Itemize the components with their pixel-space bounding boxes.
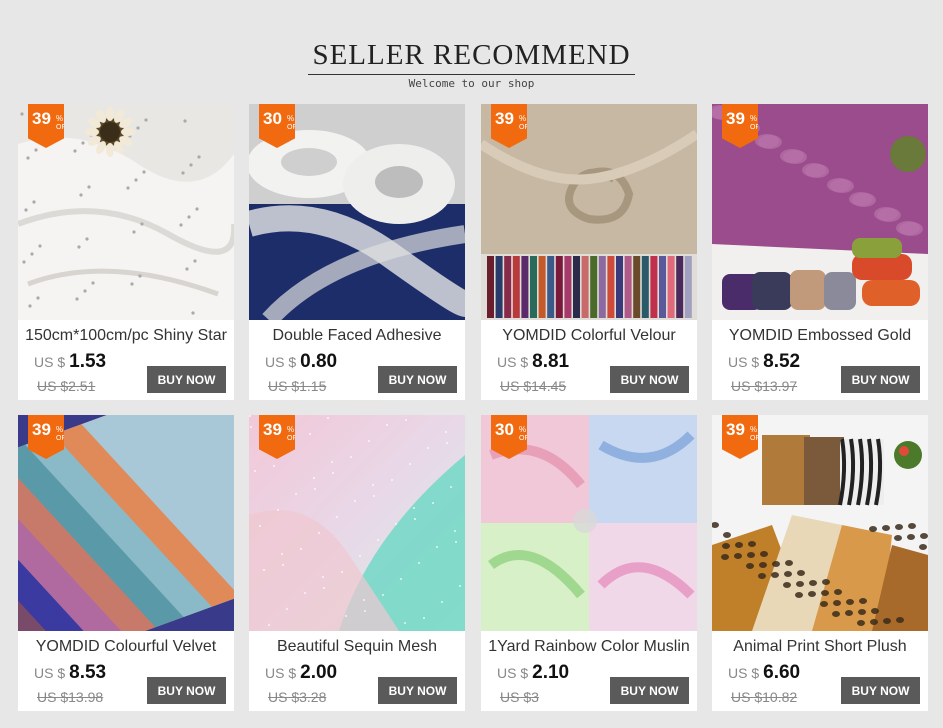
currency-label: US $ <box>265 354 297 370</box>
sale-price: 0.80 <box>300 351 338 372</box>
discount-value: 39 <box>495 109 514 128</box>
section-subtitle: Welcome to our shop <box>408 77 535 90</box>
product-card[interactable]: 39 % OFF YOMDID Embossed Gold US $8.52 U… <box>712 104 928 400</box>
product-title[interactable]: 1Yard Rainbow Color Muslin <box>481 638 697 656</box>
product-title[interactable]: 150cm*100cm/pc Shiny Star <box>18 327 234 345</box>
discount-percent: % <box>750 114 758 123</box>
product-card[interactable]: 30 % OFF Double Faced Adhesive US $0.80 … <box>249 104 465 400</box>
product-title[interactable]: Beautiful Sequin Mesh <box>249 638 465 656</box>
section-header: SELLER RECOMMEND Welcome to our shop <box>0 38 943 90</box>
discount-value: 39 <box>32 109 51 128</box>
original-price: US $13.97 <box>731 378 798 394</box>
original-price: US $14.45 <box>500 378 567 394</box>
original-price: US $10.82 <box>731 689 798 705</box>
price-row: US $2.00 <box>265 662 337 684</box>
discount-percent: % <box>287 114 295 123</box>
price-row: US $1.53 <box>34 351 106 373</box>
currency-label: US $ <box>34 665 66 681</box>
discount-value: 39 <box>726 420 745 439</box>
product-title[interactable]: Double Faced Adhesive <box>249 327 465 345</box>
discount-percent: % <box>56 114 64 123</box>
buy-now-button[interactable]: BUY NOW <box>841 366 920 393</box>
discount-percent: % <box>287 425 295 434</box>
product-card[interactable]: 39 % OFF 150cm*100cm/pc Shiny Star US $1… <box>18 104 234 400</box>
discount-value: 39 <box>726 109 745 128</box>
discount-value: 30 <box>495 420 514 439</box>
product-card[interactable]: 39 % OFF YOMDID Colourful Velvet US $8.5… <box>18 415 234 711</box>
buy-now-button[interactable]: BUY NOW <box>378 677 457 704</box>
sale-price: 1.53 <box>69 351 107 372</box>
product-card[interactable]: 30 % OFF 1Yard Rainbow Color Muslin US $… <box>481 415 697 711</box>
price-row: US $2.10 <box>497 662 569 684</box>
currency-label: US $ <box>497 665 529 681</box>
product-title[interactable]: YOMDID Colorful Velour <box>481 327 697 345</box>
discount-value: 39 <box>263 420 282 439</box>
buy-now-button[interactable]: BUY NOW <box>147 366 226 393</box>
section-title: SELLER RECOMMEND <box>308 38 635 75</box>
price-row: US $0.80 <box>265 351 337 373</box>
price-row: US $6.60 <box>728 662 800 684</box>
price-row: US $8.53 <box>34 662 106 684</box>
discount-value: 39 <box>32 420 51 439</box>
original-price: US $1.15 <box>268 378 327 394</box>
buy-now-button[interactable]: BUY NOW <box>147 677 226 704</box>
original-price: US $3 <box>500 689 539 705</box>
original-price: US $3.28 <box>268 689 327 705</box>
currency-label: US $ <box>728 665 760 681</box>
buy-now-button[interactable]: BUY NOW <box>610 366 689 393</box>
sale-price: 2.10 <box>532 662 570 683</box>
product-card[interactable]: 39 % OFF Animal Print Short Plush US $6.… <box>712 415 928 711</box>
original-price: US $2.51 <box>37 378 96 394</box>
sale-price: 8.52 <box>763 351 801 372</box>
product-card[interactable]: 39 % OFF YOMDID Colorful Velour US $8.81… <box>481 104 697 400</box>
discount-percent: % <box>519 114 527 123</box>
product-title[interactable]: YOMDID Colourful Velvet <box>18 638 234 656</box>
price-row: US $8.52 <box>728 351 800 373</box>
buy-now-button[interactable]: BUY NOW <box>841 677 920 704</box>
product-title[interactable]: YOMDID Embossed Gold <box>712 327 928 345</box>
currency-label: US $ <box>34 354 66 370</box>
price-row: US $8.81 <box>497 351 569 373</box>
product-card[interactable]: 39 % OFF Beautiful Sequin Mesh US $2.00 … <box>249 415 465 711</box>
original-price: US $13.98 <box>37 689 104 705</box>
discount-value: 30 <box>263 109 282 128</box>
discount-percent: % <box>750 425 758 434</box>
buy-now-button[interactable]: BUY NOW <box>378 366 457 393</box>
sale-price: 6.60 <box>763 662 801 683</box>
product-title[interactable]: Animal Print Short Plush <box>712 638 928 656</box>
sale-price: 2.00 <box>300 662 338 683</box>
discount-percent: % <box>56 425 64 434</box>
discount-percent: % <box>519 425 527 434</box>
currency-label: US $ <box>497 354 529 370</box>
currency-label: US $ <box>265 665 297 681</box>
sale-price: 8.53 <box>69 662 107 683</box>
buy-now-button[interactable]: BUY NOW <box>610 677 689 704</box>
sale-price: 8.81 <box>532 351 570 372</box>
currency-label: US $ <box>728 354 760 370</box>
